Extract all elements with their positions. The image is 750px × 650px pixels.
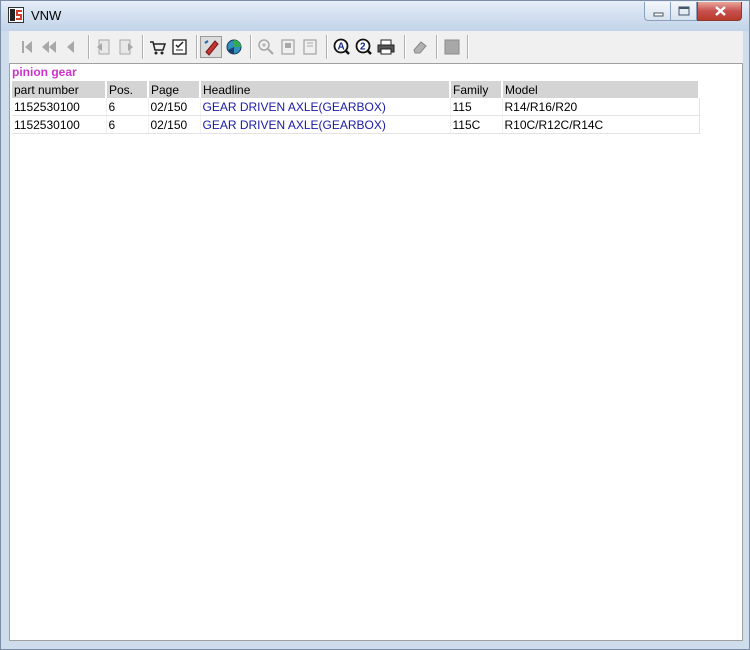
checklist-icon[interactable]	[170, 37, 190, 57]
search-a-icon[interactable]: A	[332, 37, 352, 57]
svg-text:2: 2	[360, 42, 366, 53]
forward-page-icon[interactable]	[116, 37, 136, 57]
table-header-row: part number Pos. Page Headline Family Mo…	[12, 81, 700, 98]
cell-model: R14/R16/R20	[502, 98, 700, 116]
stop-icon[interactable]	[442, 37, 462, 57]
previous-icon[interactable]	[61, 37, 81, 57]
rewind-icon[interactable]	[39, 37, 59, 57]
title-bar[interactable]: VNW	[1, 1, 749, 31]
maximize-icon	[678, 6, 690, 16]
window-title: VNW	[31, 8, 62, 23]
cell-part-number: 1152530100	[12, 115, 107, 134]
column-header-pos[interactable]: Pos.	[106, 81, 149, 98]
close-icon	[715, 6, 726, 16]
cell-part-number: 1152530100	[12, 98, 107, 116]
cell-headline-link[interactable]: GEAR DRIVEN AXLE(GEARBOX)	[200, 98, 451, 116]
column-header-part-number[interactable]: part number	[12, 81, 107, 98]
app-logo-icon	[8, 7, 24, 23]
toolbar: A 2	[9, 31, 743, 64]
minimize-button[interactable]	[644, 2, 671, 21]
column-header-headline[interactable]: Headline	[200, 81, 451, 98]
minimize-icon	[653, 12, 664, 17]
globe-icon[interactable]	[224, 37, 244, 57]
cell-page: 02/150	[148, 115, 201, 134]
table-row[interactable]: 1152530100 6 02/150 GEAR DRIVEN AXLE(GEA…	[12, 98, 700, 116]
column-header-model[interactable]: Model	[502, 81, 700, 98]
page-alt-icon[interactable]	[300, 37, 320, 57]
table-row[interactable]: 1152530100 6 02/150 GEAR DRIVEN AXLE(GEA…	[12, 115, 700, 134]
zoom-in-icon[interactable]	[256, 37, 276, 57]
cell-pos: 6	[106, 115, 149, 134]
svg-text:A: A	[338, 42, 345, 53]
cell-family: 115	[450, 98, 503, 116]
search-2-icon[interactable]: 2	[354, 37, 374, 57]
eraser-icon[interactable]	[410, 37, 430, 57]
cell-model: R10C/R12C/R14C	[502, 115, 700, 134]
cart-icon[interactable]	[148, 37, 168, 57]
results-panel: pinion gear part number Pos. Page Headli…	[9, 63, 743, 641]
results-table: part number Pos. Page Headline Family Mo…	[12, 81, 700, 134]
search-query-label: pinion gear	[12, 65, 77, 79]
cell-family: 115C	[450, 115, 503, 134]
cell-pos: 6	[106, 98, 149, 116]
page-icon[interactable]	[278, 37, 298, 57]
close-button[interactable]	[697, 2, 742, 21]
cell-headline-link[interactable]: GEAR DRIVEN AXLE(GEARBOX)	[200, 115, 451, 134]
column-header-page[interactable]: Page	[148, 81, 201, 98]
print-icon[interactable]	[376, 37, 396, 57]
pencil-search-icon[interactable]	[200, 36, 222, 58]
app-window: VNW A 2 pinion gear part number Pos. Pag…	[0, 0, 750, 650]
maximize-button[interactable]	[671, 2, 697, 21]
cell-page: 02/150	[148, 98, 201, 116]
back-page-icon[interactable]	[94, 37, 114, 57]
first-record-icon[interactable]	[17, 37, 37, 57]
column-header-family[interactable]: Family	[450, 81, 503, 98]
